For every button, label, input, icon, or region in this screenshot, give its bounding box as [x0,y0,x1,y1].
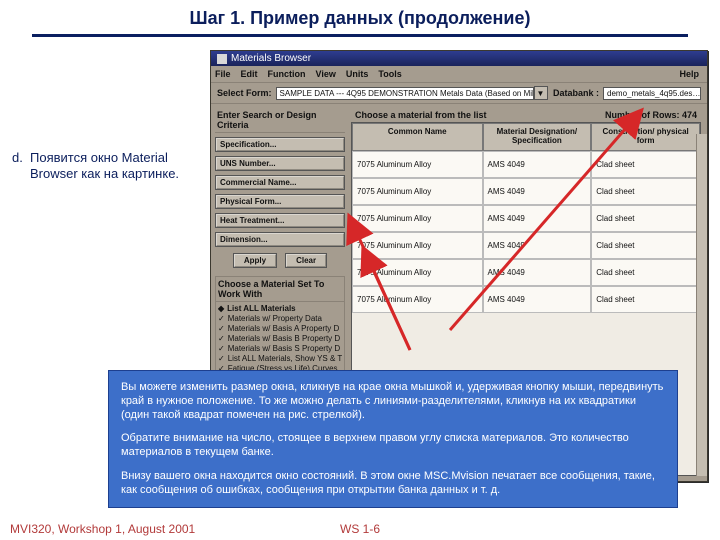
check-icon: ✓ [218,335,225,343]
menu-edit[interactable]: Edit [241,69,258,79]
callout-p1: Вы можете изменить размер окна, кликнув … [121,381,665,422]
menu-bar: File Edit Function View Units Tools Help [211,66,707,83]
list-item[interactable]: ✓Materials w/ Basis A Property D [218,324,342,333]
menu-help[interactable]: Help [679,69,699,79]
select-form-field[interactable]: SAMPLE DATA --- 4Q95 DEMONSTRATION Metal… [276,87,534,100]
check-icon: ✓ [218,355,225,363]
criteria-physicalform-button[interactable]: Physical Form... [215,194,345,209]
bullet-marker: d. [12,150,23,166]
menu-tools[interactable]: Tools [378,69,401,79]
criteria-title: Enter Search or Design Criteria [215,108,345,133]
table-header: Common Name Material Designation/ Specif… [352,123,700,151]
material-set-title: Choose a Material Set To Work With [216,277,344,302]
table-row[interactable]: 7075 Aluminum Alloy AMS 4049 Clad sheet [352,232,700,259]
right-panel-header: Choose a material from the list Number o… [351,108,701,122]
clear-button[interactable]: Clear [285,253,327,268]
check-icon: ✓ [218,315,225,323]
apply-button[interactable]: Apply [233,253,277,268]
number-of-rows-label: Number of Rows: 474 [605,110,697,120]
select-form-row: Select Form: SAMPLE DATA --- 4Q95 DEMONS… [211,83,707,104]
table-row[interactable]: 7075 Aluminum Alloy AMS 4049 Clad sheet [352,259,700,286]
table-row[interactable]: 7075 Aluminum Alloy AMS 4049 Clad sheet [352,178,700,205]
table-row[interactable]: 7075 Aluminum Alloy AMS 4049 Clad sheet [352,151,700,178]
select-form-dropdown-icon[interactable]: ▼ [534,86,548,100]
slide-title: Шаг 1. Пример данных (продолжение) [0,8,720,29]
list-item[interactable]: ✓Materials w/ Basis B Property D [218,334,342,343]
footer-left: MVI320, Workshop 1, August 2001 [10,522,195,536]
callout-box: Вы можете изменить размер окна, кликнув … [108,370,678,508]
criteria-commercialname-button[interactable]: Commercial Name... [215,175,345,190]
callout-p2: Обратите внимание на число, стоящее в ве… [121,432,665,460]
col-construction[interactable]: Construction/ physical form [591,123,700,151]
table-row[interactable]: 7075 Aluminum Alloy AMS 4049 Clad sheet [352,205,700,232]
col-common-name[interactable]: Common Name [352,123,483,151]
criteria-dimension-button[interactable]: Dimension... [215,232,345,247]
diamond-icon: ◆ [218,305,224,313]
window-titlebar[interactable]: Materials Browser [211,51,707,66]
menu-view[interactable]: View [316,69,336,79]
choose-material-label: Choose a material from the list [355,110,487,120]
vertical-scrollbar[interactable] [696,134,707,476]
title-rule [32,34,688,37]
select-form-label: Select Form: [217,88,272,98]
list-item[interactable]: ✓Materials w/ Basis S Property D [218,344,342,353]
criteria-heattreatment-button[interactable]: Heat Treatment... [215,213,345,228]
check-icon: ✓ [218,345,225,353]
list-item[interactable]: ✓List ALL Materials, Show YS & T [218,354,342,363]
menu-units[interactable]: Units [346,69,369,79]
list-item[interactable]: ✓Materials w/ Property Data [218,314,342,323]
window-icon [217,54,227,64]
slide: Шаг 1. Пример данных (продолжение) d. По… [0,0,720,540]
col-designation[interactable]: Material Designation/ Specification [483,123,592,151]
bullet-text: Появится окно Material Browser как на ка… [30,150,208,183]
table-row[interactable]: 7075 Aluminum Alloy AMS 4049 Clad sheet [352,286,700,313]
criteria-unsnumber-button[interactable]: UNS Number... [215,156,345,171]
criteria-specification-button[interactable]: Specification... [215,137,345,152]
footer-center: WS 1-6 [340,522,380,536]
callout-p3: Внизу вашего окна находится окно состоян… [121,470,665,498]
list-item[interactable]: ◆List ALL Materials [218,304,342,313]
databank-field[interactable]: demo_metals_4q95.des… [603,87,701,100]
window-title: Materials Browser [231,53,311,64]
apply-clear-row: Apply Clear [215,253,345,268]
check-icon: ✓ [218,325,225,333]
databank-label: Databank : [553,88,599,98]
menu-file[interactable]: File [215,69,231,79]
bullet-d: d. Появится окно Material Browser как на… [14,150,208,183]
menu-function[interactable]: Function [268,69,306,79]
